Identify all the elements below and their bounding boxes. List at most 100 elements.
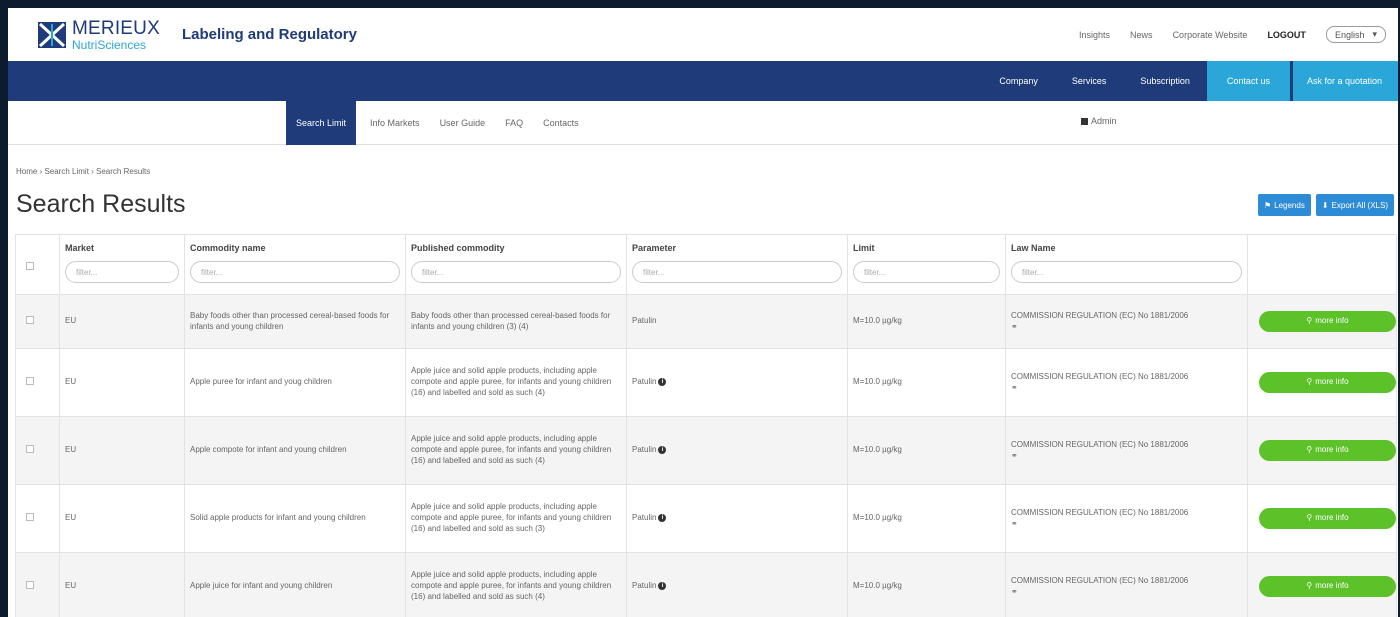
- logo-line2: NutriSciences: [72, 37, 147, 52]
- tab-contacts[interactable]: Contacts: [533, 101, 589, 145]
- cell-market: EU: [59, 416, 185, 485]
- page-title: Search Results: [16, 190, 186, 218]
- more-info-button[interactable]: ⚲ more info: [1259, 372, 1396, 393]
- cell-parameter: Patulin i: [626, 552, 848, 617]
- paperclip-icon[interactable]: ⚭: [1011, 451, 1242, 462]
- cell-published: Apple juice and solid apple products, in…: [405, 484, 627, 553]
- logout-link[interactable]: LOGOUT: [1267, 30, 1306, 40]
- export-xls-button[interactable]: ⬇ Export All (XLS): [1315, 194, 1394, 216]
- paperclip-icon[interactable]: ⚭: [1011, 519, 1242, 530]
- table-row: EU Apple puree for infant and youg child…: [15, 348, 1397, 417]
- cell-parameter: Patulin i: [626, 484, 848, 553]
- cell-actions: ⚲ more info: [1247, 348, 1397, 417]
- search-icon: ⚲: [1306, 581, 1313, 591]
- contact-us-button[interactable]: Contact us: [1206, 61, 1290, 101]
- law-name: COMMISSION REGULATION (EC) No 1881/2006: [1011, 575, 1189, 585]
- more-info-label: more info: [1315, 316, 1349, 326]
- cell-limit: M=10.0 µg/kg: [847, 348, 1006, 417]
- filter-market[interactable]: filter...: [65, 261, 179, 283]
- info-icon[interactable]: i: [658, 513, 667, 522]
- filter-commodity[interactable]: filter...: [190, 261, 400, 283]
- more-info-button[interactable]: ⚲ more info: [1259, 576, 1396, 597]
- cell-law: COMMISSION REGULATION (EC) No 1881/2006 ⚭: [1005, 552, 1248, 617]
- cell-law: COMMISSION REGULATION (EC) No 1881/2006 ⚭: [1005, 294, 1248, 349]
- download-icon: ⬇: [1321, 200, 1329, 210]
- corporate-website-link[interactable]: Corporate Website: [1173, 30, 1248, 40]
- top-links: Insights News Corporate Website LOGOUT E…: [1079, 26, 1386, 43]
- cell-published: Apple juice and solid apple products, in…: [405, 348, 627, 417]
- main-nav: Company Services Subscription Contact us…: [8, 61, 1398, 101]
- select-all-checkbox[interactable]: [26, 261, 34, 270]
- tab-faq[interactable]: FAQ: [495, 101, 533, 145]
- more-info-button[interactable]: ⚲ more info: [1259, 508, 1396, 529]
- logo-line1: MERIEUX: [72, 17, 160, 39]
- parameter-value: Patulin: [632, 513, 657, 523]
- cell-limit: M=10.0 µg/kg: [847, 552, 1006, 617]
- more-info-label: more info: [1315, 581, 1349, 591]
- ask-quotation-button[interactable]: Ask for a quotation: [1292, 61, 1398, 101]
- export-label: Export All (XLS): [1331, 200, 1388, 210]
- logo[interactable]: MERIEUX NutriSciences: [38, 19, 160, 51]
- admin-label: Admin: [1091, 116, 1117, 126]
- breadcrumb: Home › Search Limit › Search Results: [16, 167, 151, 176]
- legends-button[interactable]: ⚑ Legends: [1257, 194, 1311, 216]
- more-info-button[interactable]: ⚲ more info: [1259, 440, 1396, 461]
- row-checkbox[interactable]: [26, 512, 34, 521]
- paperclip-icon[interactable]: ⚭: [1011, 587, 1242, 598]
- nav-services[interactable]: Services: [1055, 61, 1124, 101]
- col-parameter-label: Parameter: [632, 243, 677, 253]
- sub-nav: Search Limit Info Markets User Guide FAQ…: [8, 101, 1398, 145]
- tab-info-markets[interactable]: Info Markets: [360, 101, 430, 145]
- cell-market: EU: [59, 552, 185, 617]
- cell-market: EU: [59, 294, 185, 349]
- language-select[interactable]: English ▾: [1325, 26, 1386, 43]
- search-icon: ⚲: [1306, 377, 1313, 387]
- filter-published[interactable]: filter...: [411, 261, 621, 283]
- nav-subscription[interactable]: Subscription: [1123, 61, 1207, 101]
- row-select-cell: [15, 552, 60, 617]
- legends-label: Legends: [1274, 200, 1305, 210]
- col-commodity: Commodity name filter...: [184, 234, 406, 295]
- cell-published: Apple juice and solid apple products, in…: [405, 416, 627, 485]
- tab-search-limit[interactable]: Search Limit: [286, 101, 357, 145]
- filter-law[interactable]: filter...: [1011, 261, 1242, 283]
- admin-icon: [1081, 117, 1088, 125]
- cell-parameter: Patulin: [626, 294, 848, 349]
- filter-limit[interactable]: filter...: [853, 261, 1000, 283]
- paperclip-icon[interactable]: ⚭: [1011, 383, 1242, 394]
- row-checkbox[interactable]: [26, 376, 34, 385]
- more-info-label: more info: [1315, 445, 1349, 455]
- cell-limit: M=10.0 µg/kg: [847, 294, 1006, 349]
- info-icon[interactable]: i: [658, 445, 667, 454]
- row-checkbox[interactable]: [26, 580, 34, 589]
- paperclip-icon[interactable]: ⚭: [1011, 322, 1242, 333]
- cell-commodity: Apple compote for infant and young child…: [184, 416, 406, 485]
- cell-parameter: Patulin i: [626, 348, 848, 417]
- info-icon[interactable]: i: [658, 581, 667, 590]
- row-checkbox[interactable]: [26, 444, 34, 453]
- law-name: COMMISSION REGULATION (EC) No 1881/2006: [1011, 310, 1189, 320]
- select-all-cell: [15, 234, 60, 295]
- admin-link[interactable]: Admin: [1081, 116, 1117, 126]
- nav-company[interactable]: Company: [982, 61, 1055, 101]
- cell-law: COMMISSION REGULATION (EC) No 1881/2006 ⚭: [1005, 416, 1248, 485]
- parameter-value: Patulin: [632, 377, 657, 387]
- filter-parameter[interactable]: filter...: [632, 261, 842, 283]
- tab-user-guide[interactable]: User Guide: [430, 101, 496, 145]
- row-checkbox[interactable]: [26, 315, 34, 324]
- col-limit-label: Limit: [853, 243, 875, 253]
- news-link[interactable]: News: [1130, 30, 1153, 40]
- law-name: COMMISSION REGULATION (EC) No 1881/2006: [1011, 371, 1189, 381]
- col-law-label: Law Name: [1011, 243, 1056, 253]
- more-info-label: more info: [1315, 513, 1349, 523]
- insights-link[interactable]: Insights: [1079, 30, 1110, 40]
- info-icon[interactable]: i: [658, 377, 667, 386]
- row-select-cell: [15, 294, 60, 349]
- cell-market: EU: [59, 348, 185, 417]
- cell-published: Baby foods other than processed cereal-b…: [405, 294, 627, 349]
- cell-commodity: Solid apple products for infant and youn…: [184, 484, 406, 553]
- more-info-button[interactable]: ⚲ more info: [1259, 311, 1396, 332]
- tag-icon: ⚑: [1263, 200, 1272, 210]
- row-select-cell: [15, 416, 60, 485]
- cell-actions: ⚲ more info: [1247, 552, 1397, 617]
